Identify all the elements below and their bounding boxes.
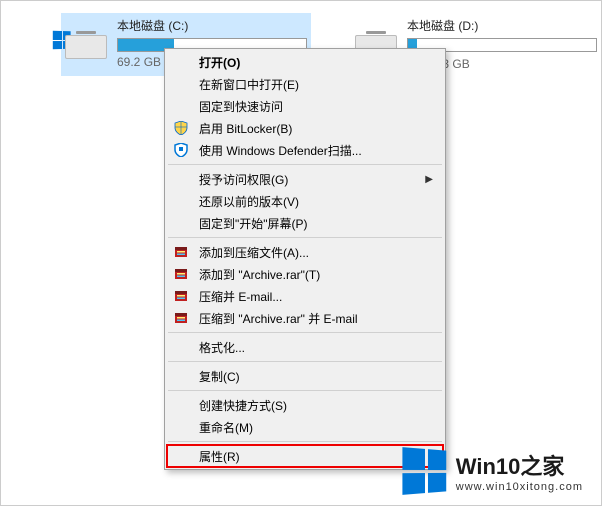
menu-rename[interactable]: 重命名(M) — [167, 416, 443, 438]
rar-icon — [173, 244, 189, 260]
menu-separator — [168, 164, 442, 165]
menu-create-shortcut[interactable]: 创建快捷方式(S) — [167, 394, 443, 416]
drive-c-label: 本地磁盘 (C:) — [117, 17, 307, 34]
menu-bitlocker[interactable]: 启用 BitLocker(B) — [167, 117, 443, 139]
menu-add-archive-rar[interactable]: 添加到 "Archive.rar"(T) — [167, 263, 443, 285]
watermark: Win10之家 www.win10xitong.com — [404, 449, 583, 493]
shield-icon — [173, 120, 189, 136]
menu-open[interactable]: 打开(O) — [167, 51, 443, 73]
rar-icon — [173, 310, 189, 326]
menu-add-archive[interactable]: 添加到压缩文件(A)... — [167, 241, 443, 263]
submenu-arrow-icon: ▶ — [425, 174, 433, 185]
menu-separator — [168, 237, 442, 238]
context-menu: 打开(O) 在新窗口中打开(E) 固定到快速访问 启用 BitLocker(B)… — [164, 48, 446, 470]
menu-defender[interactable]: 使用 Windows Defender扫描... — [167, 139, 443, 161]
rar-icon — [173, 288, 189, 304]
menu-pin-quick-access[interactable]: 固定到快速访问 — [167, 95, 443, 117]
watermark-url: www.win10xitong.com — [456, 481, 583, 493]
menu-grant-access[interactable]: 授予访问权限(G)▶ — [167, 168, 443, 190]
menu-separator — [168, 361, 442, 362]
menu-open-new-window[interactable]: 在新窗口中打开(E) — [167, 73, 443, 95]
menu-restore-versions[interactable]: 还原以前的版本(V) — [167, 190, 443, 212]
menu-compress-rar-email[interactable]: 压缩到 "Archive.rar" 并 E-mail — [167, 307, 443, 329]
rar-icon — [173, 266, 189, 282]
menu-separator — [168, 390, 442, 391]
menu-compress-email[interactable]: 压缩并 E-mail... — [167, 285, 443, 307]
menu-separator — [168, 441, 442, 442]
drive-c-icon — [65, 23, 107, 59]
watermark-title: Win10之家 — [456, 449, 583, 481]
menu-pin-start[interactable]: 固定到"开始"屏幕(P) — [167, 212, 443, 234]
menu-separator — [168, 332, 442, 333]
windows-logo-icon — [402, 447, 446, 495]
menu-format[interactable]: 格式化... — [167, 336, 443, 358]
defender-shield-icon — [173, 142, 189, 158]
menu-copy[interactable]: 复制(C) — [167, 365, 443, 387]
drive-d-label: 本地磁盘 (D:) — [407, 17, 597, 34]
